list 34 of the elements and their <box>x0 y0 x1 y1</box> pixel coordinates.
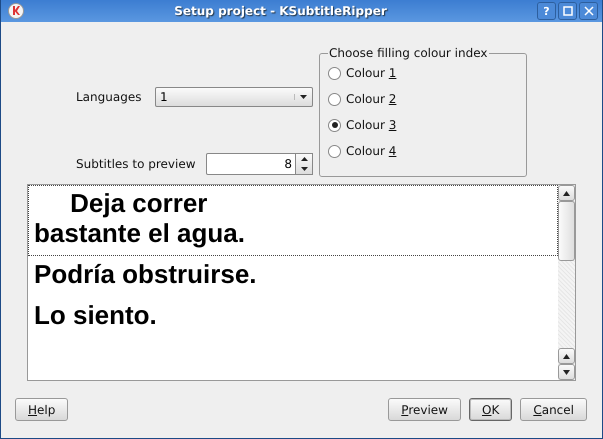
scroll-down-icon[interactable] <box>563 370 570 374</box>
colour-radio[interactable]: Colour 1 <box>328 60 518 86</box>
dialog-button[interactable]: OK <box>469 398 512 421</box>
dialog-button[interactable]: Cancel <box>520 398 587 421</box>
scroll-up-icon[interactable] <box>563 354 570 358</box>
app-logo-icon <box>8 3 24 19</box>
languages-dropdown[interactable]: 1 <box>155 87 313 107</box>
close-button[interactable] <box>579 2 598 20</box>
spin-buttons[interactable] <box>296 153 313 175</box>
colour-radio[interactable]: Colour 2 <box>328 86 518 112</box>
close-icon <box>584 6 594 16</box>
scrollbar[interactable] <box>558 185 575 380</box>
maximize-icon <box>562 6 572 16</box>
window-title: Setup project - KSubtitleRipper <box>173 4 388 18</box>
colour-radio[interactable]: Colour 3 <box>328 112 518 138</box>
group-title: Choose filling colour index <box>328 46 489 60</box>
subtitles-count-field[interactable]: 8 <box>206 153 296 175</box>
maximize-button[interactable] <box>558 2 577 20</box>
subtitle-line: Deja correr <box>69 188 208 218</box>
radio-button[interactable] <box>328 92 341 106</box>
subtitle-line: Podría obstruirse. <box>34 259 258 289</box>
dialog-button[interactable]: Help <box>15 398 68 421</box>
subtitle-line: bastante el agua. <box>34 218 246 248</box>
languages-label: Languages <box>76 90 142 104</box>
radio-button[interactable] <box>328 66 341 80</box>
radio-button[interactable] <box>328 144 341 158</box>
colour-radio[interactable]: Colour 4 <box>328 138 518 164</box>
help-button[interactable]: ? <box>537 2 556 20</box>
radio-button[interactable] <box>328 118 341 132</box>
scroll-up-icon[interactable] <box>563 190 570 196</box>
subtitle-line: Lo siento. <box>34 300 158 330</box>
subtitles-to-preview-label: Subtitles to preview <box>76 157 196 171</box>
caret-icon <box>294 94 308 100</box>
dialog-button[interactable]: Preview <box>388 398 461 421</box>
